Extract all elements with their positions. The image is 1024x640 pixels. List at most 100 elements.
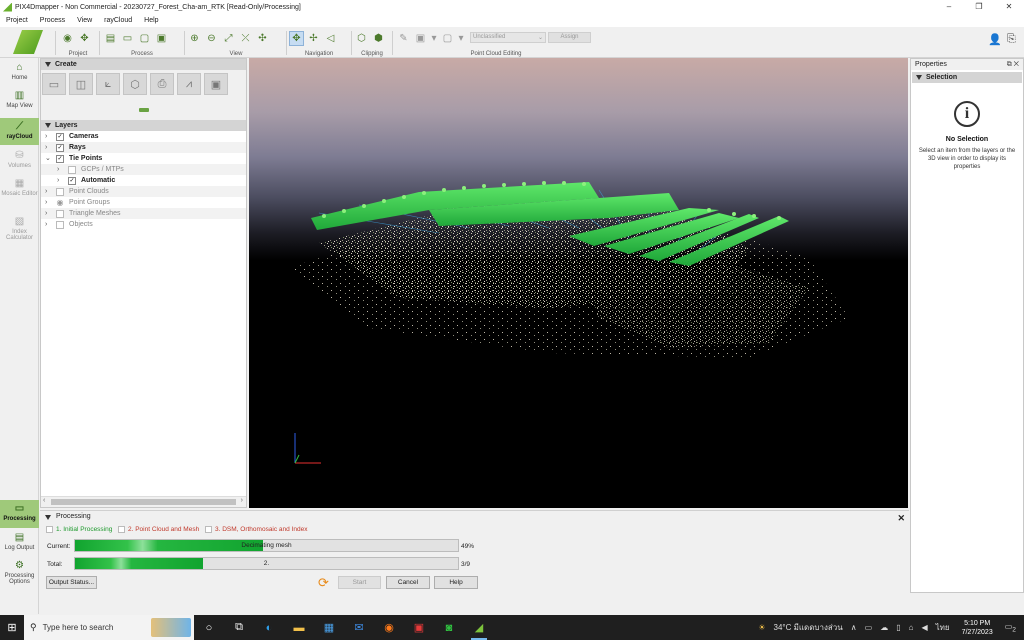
zoom-in-icon[interactable]: ⊕ <box>187 31 202 46</box>
panel-splitter[interactable] <box>41 100 246 120</box>
edge-browser-icon[interactable]: ◐ <box>254 615 284 640</box>
help-button[interactable]: Help <box>434 576 478 589</box>
task-view-icon[interactable]: ⧉ <box>224 615 254 640</box>
chevron-up-icon[interactable]: ∧ <box>847 623 861 632</box>
maximize-button[interactable]: ❐ <box>964 0 994 14</box>
chevron-right-icon[interactable]: › <box>45 142 47 153</box>
layer-row[interactable]: › ◉ Point Groups <box>41 197 246 208</box>
refresh-icon[interactable]: ⟳ <box>318 576 332 590</box>
layer-row[interactable]: › Point Clouds <box>41 186 246 197</box>
nav-mosaic-editor[interactable]: ▦ Mosaic Editor <box>0 178 39 210</box>
processing-header[interactable]: Processing <box>44 513 91 520</box>
layer-checkbox[interactable] <box>56 188 64 196</box>
layer-row[interactable]: › ✓ Cameras <box>41 131 246 142</box>
layers-panel-header[interactable]: Layers <box>41 120 246 131</box>
open-project-icon[interactable]: ◉ <box>60 31 75 46</box>
cloud-icon[interactable]: ☁ <box>876 623 892 632</box>
nav-raycloud[interactable]: ⟋ rayCloud <box>0 118 39 145</box>
nav-processing[interactable]: ▭ Processing <box>0 500 39 528</box>
mail-icon[interactable]: ✉ <box>344 615 374 640</box>
layer-checkbox[interactable]: ✓ <box>56 155 64 163</box>
step-checkbox[interactable] <box>118 526 125 533</box>
step-checkbox[interactable] <box>46 526 53 533</box>
first-person-navigation-icon[interactable]: ✢ <box>306 31 321 46</box>
edit-pen-icon[interactable]: ✎ <box>396 31 411 46</box>
step-checkbox[interactable] <box>205 526 212 533</box>
selection-mode-icon[interactable]: ▣ <box>413 31 428 46</box>
taskbar-search[interactable]: ⚲ Type here to search <box>24 615 194 640</box>
nav-volumes[interactable]: ⛁ Volumes <box>0 150 39 176</box>
layer-row[interactable]: › GCPs / MTPs <box>41 164 246 175</box>
layer-checkbox[interactable] <box>56 210 64 218</box>
chevron-down-icon[interactable]: ⌄ <box>45 153 51 164</box>
user-account-icon[interactable]: 👤 <box>988 33 1002 47</box>
measure-line-icon[interactable]: ⩘ <box>177 73 201 95</box>
chevron-right-icon[interactable]: › <box>45 131 47 142</box>
pdf-reader-icon[interactable]: ▣ <box>404 615 434 640</box>
menu-process[interactable]: Process <box>34 17 71 24</box>
layer-checkbox[interactable]: ✓ <box>56 144 64 152</box>
chevron-right-icon[interactable]: › <box>45 197 47 208</box>
nav-home[interactable]: ⌂ Home <box>0 62 39 88</box>
close-window-button[interactable]: ✕ <box>994 0 1024 14</box>
properties-close-icon[interactable]: ⧉ ✕ <box>1007 59 1019 70</box>
notification-icon[interactable]: ▭2 <box>1001 622 1024 634</box>
fly-navigation-icon[interactable]: ◁ <box>323 31 338 46</box>
pix4d-taskbar-icon[interactable]: ◢ <box>464 615 494 640</box>
trackball-navigation-icon[interactable]: ✥ <box>289 30 304 46</box>
assign-button[interactable]: Assign <box>548 32 591 43</box>
export-icon[interactable]: ▣ <box>154 31 169 46</box>
class-dropdown[interactable]: Unclassified ⌄ <box>470 32 546 43</box>
new-file-icon[interactable]: ▤ <box>103 31 118 46</box>
rectangle-tool-icon[interactable]: ▭ <box>42 73 66 95</box>
menu-help[interactable]: Help <box>138 17 164 24</box>
rect-select-icon[interactable]: ▢ <box>440 31 455 46</box>
language-indicator[interactable]: ไทย <box>932 621 954 634</box>
menu-project[interactable]: Project <box>0 17 34 24</box>
close-icon[interactable]: ✕ <box>897 513 905 524</box>
chevron-down-icon[interactable]: ▾ <box>430 31 438 46</box>
nav-log-output[interactable]: ▤ Log Output <box>0 532 39 556</box>
store-icon[interactable]: ▦ <box>314 615 344 640</box>
layer-row[interactable]: › ✓ Rays <box>41 142 246 153</box>
volume-tool-icon[interactable]: ⬡ <box>123 73 147 95</box>
chevron-right-icon[interactable]: › <box>45 186 47 197</box>
layer-checkbox[interactable] <box>56 221 64 229</box>
cancel-button[interactable]: Cancel <box>386 576 430 589</box>
nav-processing-options[interactable]: ⚙ Processing Options <box>0 560 39 592</box>
menu-view[interactable]: View <box>71 17 98 24</box>
minimize-button[interactable]: – <box>934 0 964 14</box>
weather-text[interactable]: 34°C มีแดดบางส่วน <box>770 621 847 634</box>
share-icon[interactable]: ⎘ <box>1007 33 1021 47</box>
selection-section-header[interactable]: Selection <box>912 72 1022 83</box>
cortana-icon[interactable]: ○ <box>194 615 224 640</box>
layer-row[interactable]: › ✓ Automatic <box>41 175 246 186</box>
layer-row[interactable]: ⌄ ✓ Tie Points <box>41 153 246 164</box>
video-animation-icon[interactable]: ⎙ <box>150 73 174 95</box>
scroll-right-icon[interactable]: › <box>241 497 243 504</box>
layer-row[interactable]: › Objects <box>41 219 246 230</box>
layer-checkbox[interactable] <box>68 166 76 174</box>
step-point-cloud-mesh[interactable]: 2. Point Cloud and Mesh <box>118 526 199 533</box>
3d-view[interactable] <box>249 58 908 508</box>
menu-raycloud[interactable]: rayCloud <box>98 17 138 24</box>
start-button[interactable]: Start <box>338 576 381 589</box>
chevron-right-icon[interactable]: › <box>57 164 59 175</box>
process-step-icon[interactable]: ▢ <box>137 31 152 46</box>
measure-icon[interactable]: ⤫ <box>238 31 253 46</box>
clipping-box-icon[interactable]: ⬡ <box>354 31 369 46</box>
zoom-out-icon[interactable]: ⊖ <box>204 31 219 46</box>
firefox-icon[interactable]: ◉ <box>374 615 404 640</box>
step-dsm-orthomosaic[interactable]: 3. DSM, Orthomosaic and Index <box>205 526 308 533</box>
line-app-icon[interactable]: ◙ <box>434 615 464 640</box>
chevron-down-icon[interactable]: ▾ <box>457 31 465 46</box>
layer-checkbox[interactable]: ✓ <box>56 133 64 141</box>
scroll-left-icon[interactable]: ‹ <box>43 497 45 504</box>
nav-index-calculator[interactable]: ▧ Index Calculator <box>0 216 39 248</box>
crosshair-icon[interactable]: ✥ <box>77 31 92 46</box>
chevron-right-icon[interactable]: › <box>57 175 59 186</box>
zoom-extent-icon[interactable]: ⤢ <box>221 31 236 46</box>
layer-checkbox[interactable]: ✓ <box>68 177 76 185</box>
splitter-grip[interactable] <box>139 108 149 112</box>
chevron-right-icon[interactable]: › <box>45 208 47 219</box>
